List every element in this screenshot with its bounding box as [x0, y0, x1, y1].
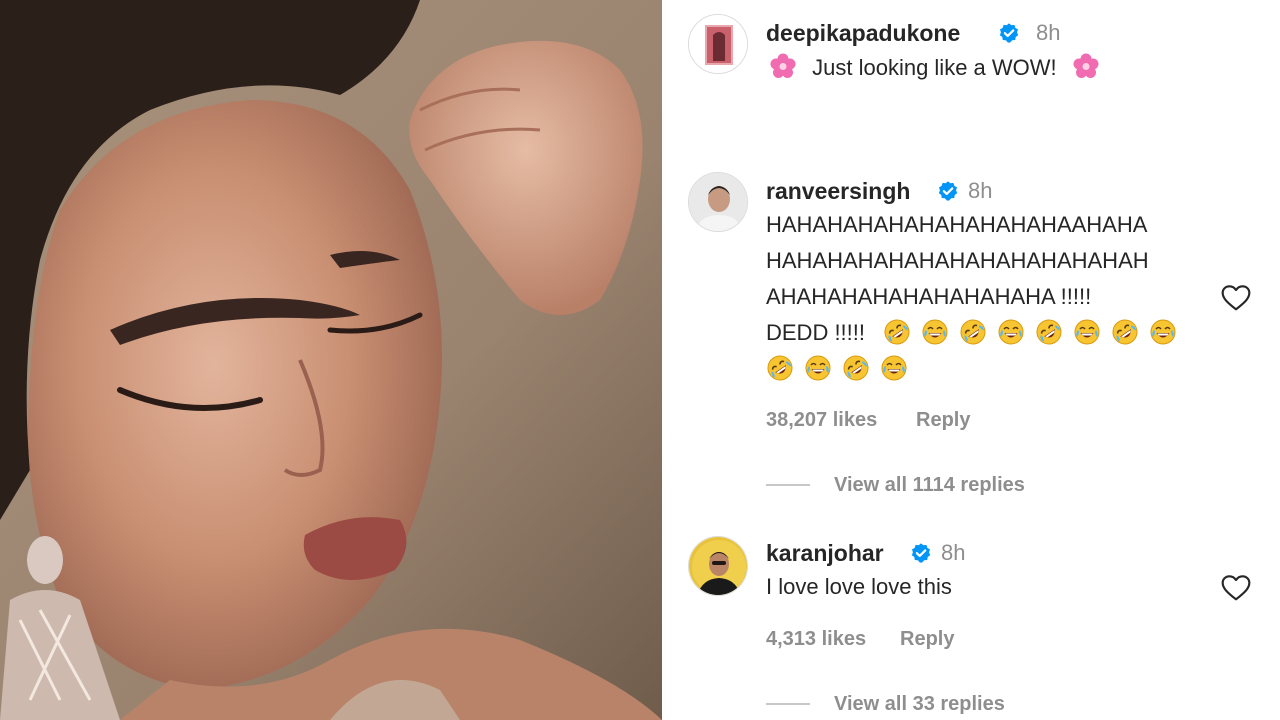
verified-badge-icon	[999, 23, 1019, 43]
comment-text-line: AHAHAHAHAHAHAHAHAHA !!!!!	[766, 284, 1092, 309]
replies-divider-line	[766, 703, 810, 705]
caption-time: 8h	[1036, 20, 1061, 45]
verified-badge-icon	[938, 181, 958, 201]
pink-flower-icon	[770, 53, 796, 78]
rofl-emoji-icon	[1036, 319, 1062, 345]
comment-text-line: DEDD !!!!!	[766, 320, 866, 345]
comment-likes[interactable]: 4,313 likes	[766, 628, 866, 651]
caption-text-row: Just looking like a WOW!	[770, 50, 1099, 86]
caption-text: Just looking like a WOW!	[812, 55, 1057, 80]
comments-panel: deepikapadukone 8h Just looking like a W…	[662, 0, 1280, 720]
like-heart-icon[interactable]	[1220, 282, 1252, 314]
comment-text-line-4: DEDD !!!!!	[766, 315, 1187, 351]
caption-username[interactable]: deepikapadukone	[766, 20, 960, 47]
tears-of-joy-emoji-icon	[922, 319, 948, 345]
comment-username[interactable]: ranveersingh	[766, 178, 910, 205]
comment-time: 8h	[968, 178, 993, 203]
replies-divider-line	[766, 484, 810, 486]
rofl-emoji-icon	[843, 355, 869, 381]
comment-time: 8h	[941, 540, 966, 565]
view-replies-button[interactable]: View all 33 replies	[834, 693, 1005, 716]
like-heart-icon[interactable]	[1220, 572, 1252, 604]
tears-of-joy-emoji-icon	[805, 355, 831, 381]
commenter-avatar[interactable]	[688, 172, 748, 232]
tears-of-joy-emoji-icon	[1074, 319, 1100, 345]
pink-flower-icon	[1073, 53, 1099, 78]
view-replies-button[interactable]: View all 1114 replies	[834, 474, 1025, 497]
commenter-avatar[interactable]	[688, 536, 748, 596]
woman-portrait-image	[0, 0, 662, 720]
rofl-emoji-icon	[1112, 319, 1138, 345]
reply-button[interactable]: Reply	[900, 628, 954, 651]
comment-text-line: HAHAHAHAHAHAHAHAHAHAAHAHA	[766, 212, 1148, 237]
comment-username[interactable]: karanjohar	[766, 540, 884, 567]
rofl-emoji-icon	[960, 319, 986, 345]
comment-likes[interactable]: 38,207 likes	[766, 409, 877, 432]
post-photo	[0, 0, 662, 720]
emoji-row	[766, 351, 918, 387]
caption-author-avatar[interactable]	[688, 14, 748, 74]
tears-of-joy-emoji-icon	[881, 355, 907, 381]
rofl-emoji-icon	[884, 319, 910, 345]
reply-button[interactable]: Reply	[916, 409, 970, 432]
screenshot-root: deepikapadukone 8h Just looking like a W…	[0, 0, 1280, 720]
comment-text-line: I love love love this	[766, 574, 952, 599]
tears-of-joy-emoji-icon	[1150, 319, 1176, 345]
verified-badge-icon	[911, 543, 931, 563]
comment-text-line: HAHAHAHAHAHAHAHAHAHAHAHAH	[766, 248, 1149, 273]
emoji-row	[883, 319, 1187, 345]
tears-of-joy-emoji-icon	[998, 319, 1024, 345]
rofl-emoji-icon	[767, 355, 793, 381]
